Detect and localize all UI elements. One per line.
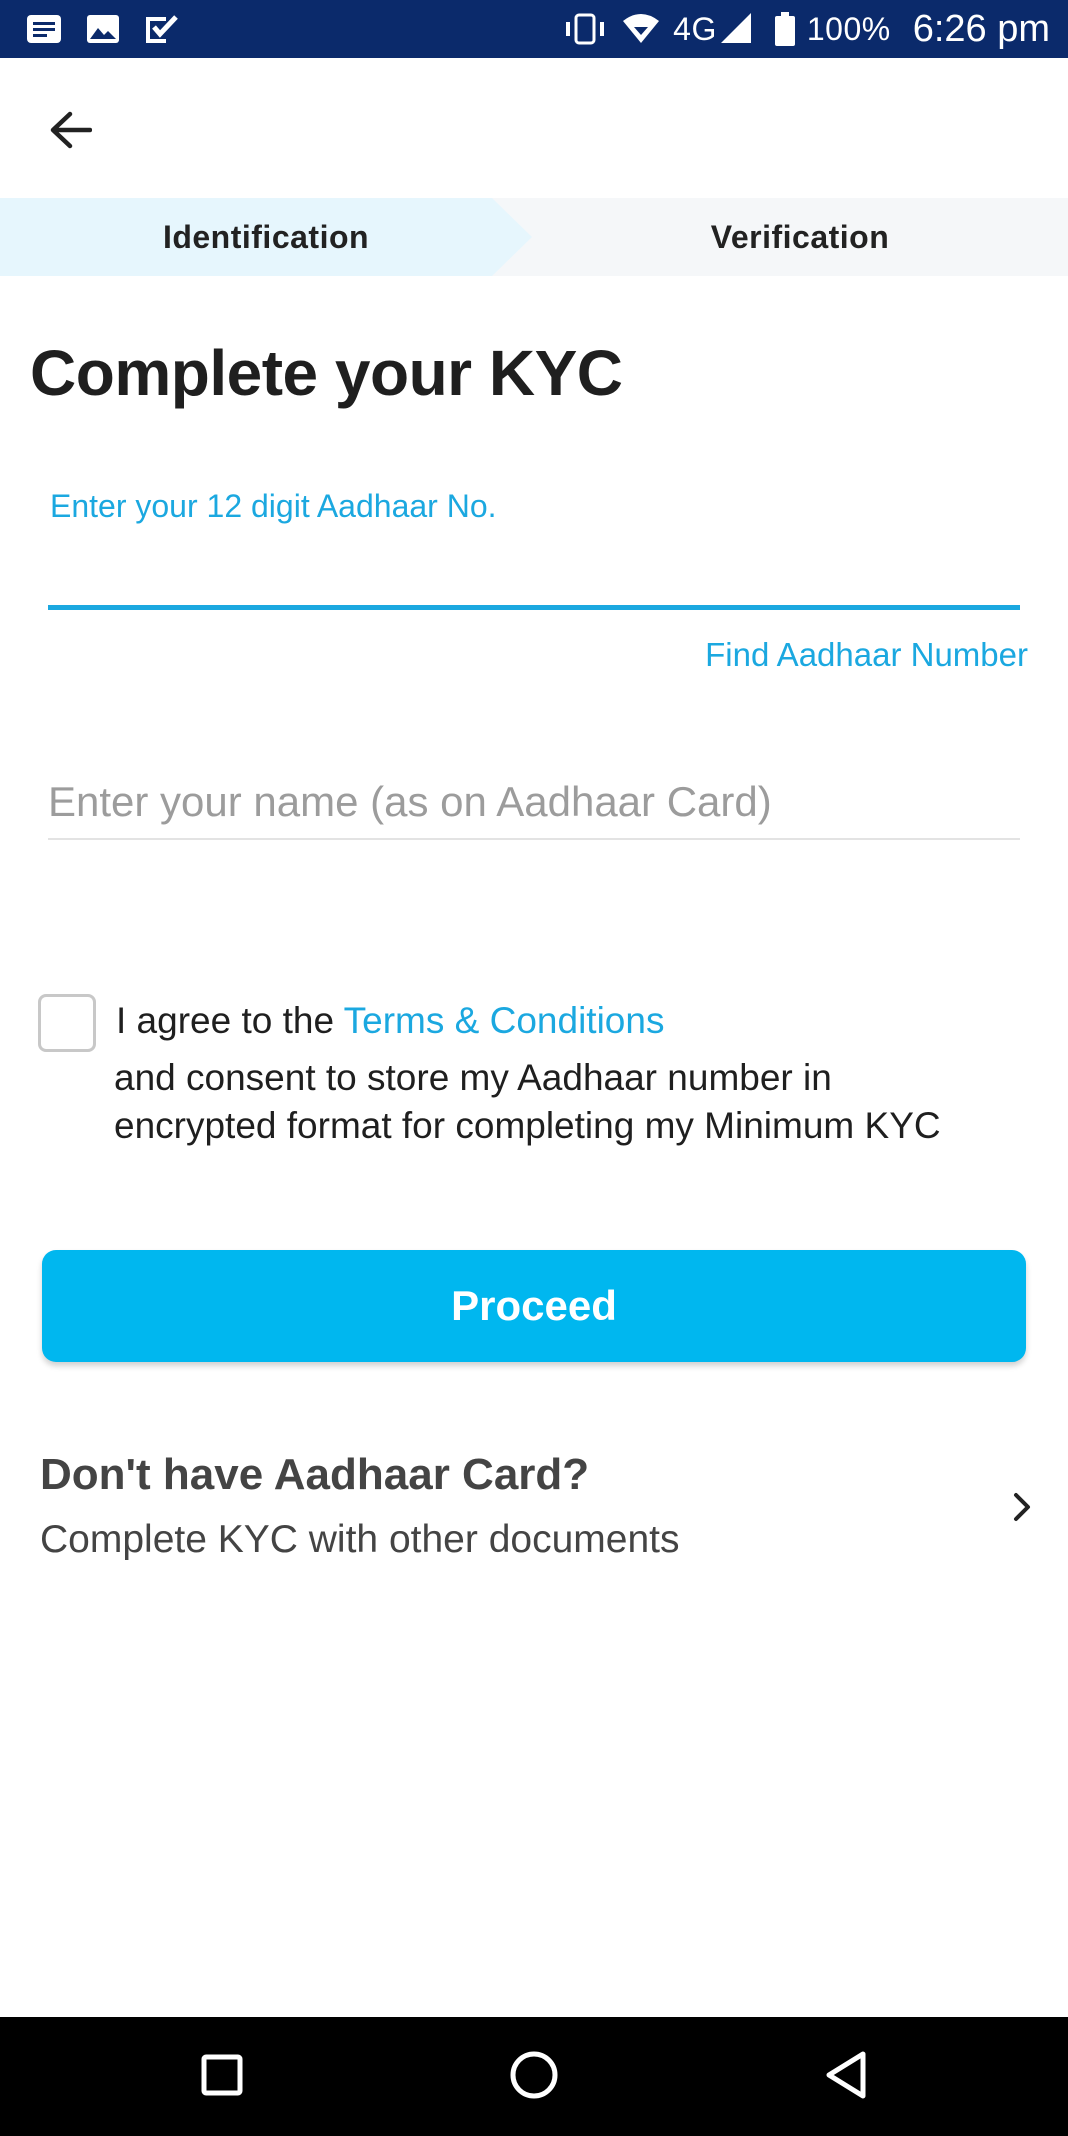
consent-line2: and consent to store my Aadhaar number i… — [114, 1057, 832, 1098]
app-header — [0, 58, 1068, 198]
proceed-button[interactable]: Proceed — [42, 1250, 1026, 1362]
alt-kyc-title: Don't have Aadhaar Card? — [40, 1450, 590, 1499]
recents-button[interactable] — [192, 2047, 252, 2107]
battery-icon — [774, 12, 795, 46]
step-verification: Verification — [532, 198, 1068, 276]
step-label: Identification — [162, 218, 370, 255]
clock: 6:26 pm — [912, 7, 1050, 50]
consent-text-body: and consent to store my Aadhaar number i… — [114, 1054, 941, 1150]
consent-line3: encrypted format for completing my Minim… — [114, 1105, 941, 1146]
battery-percent: 100% — [806, 10, 891, 47]
recents-square-icon — [201, 2054, 243, 2101]
vibrate-icon — [563, 13, 607, 45]
chevron-right-icon — [1012, 1492, 1032, 1527]
message-icon — [26, 14, 62, 44]
name-input[interactable] — [48, 766, 1020, 840]
step-identification: Identification — [0, 198, 532, 276]
find-aadhaar-link[interactable]: Find Aadhaar Number — [705, 636, 1028, 674]
home-button[interactable] — [504, 2047, 564, 2107]
step-label: Verification — [710, 218, 890, 255]
wifi-icon — [621, 13, 661, 45]
aadhaar-field-label: Enter your 12 digit Aadhaar No. — [50, 488, 497, 524]
page-title: Complete your KYC — [30, 337, 623, 409]
aadhaar-number-input[interactable] — [48, 530, 1020, 610]
consent-text-line1: I agree to the Terms & Conditions — [116, 1000, 664, 1042]
kyc-steps: Identification Verification — [0, 198, 1068, 276]
alt-kyc-row[interactable]: Don't have Aadhaar Card? Complete KYC wi… — [0, 1430, 1068, 1580]
home-circle-icon — [509, 2050, 559, 2105]
arrow-left-icon — [48, 110, 93, 155]
status-bar: 4G 100% 6:26 pm — [0, 0, 1068, 58]
back-nav-button[interactable] — [816, 2047, 876, 2107]
image-icon — [86, 14, 120, 44]
network-type: 4G — [673, 10, 717, 47]
alt-kyc-subtitle: Complete KYC with other documents — [40, 1518, 680, 1561]
consent-prefix: I agree to the — [116, 1000, 344, 1041]
system-nav-bar — [0, 2017, 1068, 2136]
signal-icon — [720, 13, 753, 45]
consent-checkbox[interactable] — [38, 994, 96, 1052]
back-button[interactable] — [32, 94, 108, 170]
task-icon — [144, 13, 178, 45]
terms-conditions-link[interactable]: Terms & Conditions — [344, 1000, 665, 1041]
back-triangle-icon — [823, 2050, 869, 2105]
kyc-screen: 4G 100% 6:26 pm Identification Verificat… — [0, 0, 1068, 2136]
